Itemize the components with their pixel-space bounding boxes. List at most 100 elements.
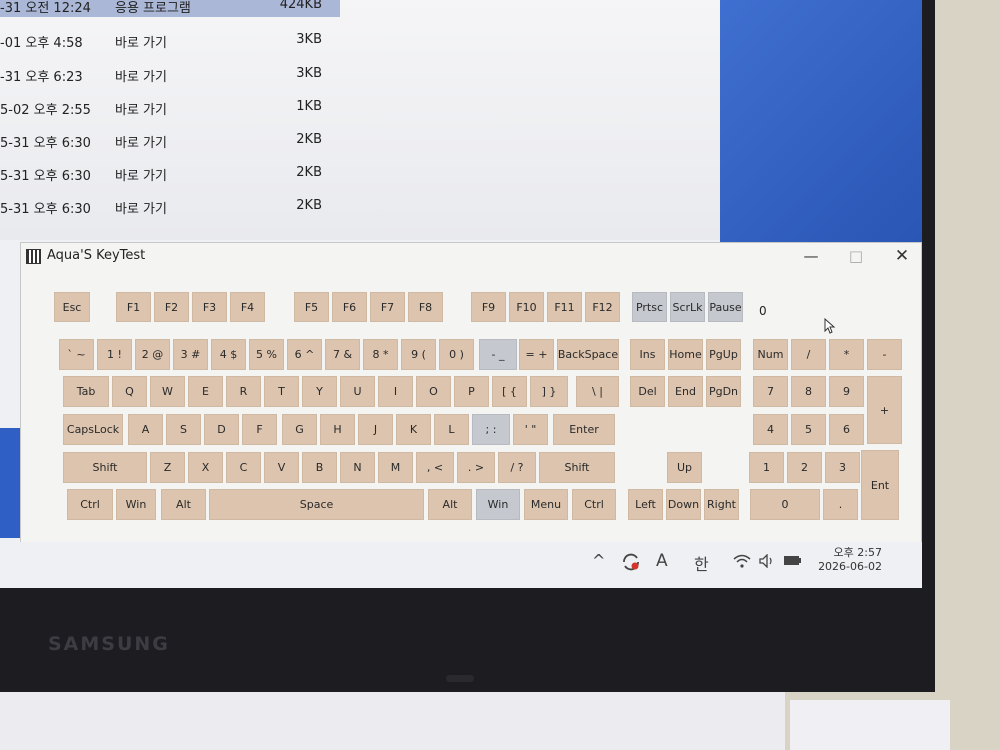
- key-equals[interactable]: = +: [519, 339, 554, 370]
- key-n[interactable]: N: [340, 452, 375, 483]
- key-numlock[interactable]: Num: [753, 339, 788, 370]
- key-y[interactable]: Y: [302, 376, 337, 407]
- key-0[interactable]: 0 ): [439, 339, 474, 370]
- key-space[interactable]: Space: [209, 489, 424, 520]
- key-kp-7[interactable]: 7: [753, 376, 788, 407]
- key-f7[interactable]: F7: [370, 292, 405, 322]
- key-pgup[interactable]: PgUp: [706, 339, 741, 370]
- key-slash[interactable]: / ?: [498, 452, 536, 483]
- key-v[interactable]: V: [264, 452, 299, 483]
- key-pgdn[interactable]: PgDn: [706, 376, 741, 407]
- key-home[interactable]: Home: [668, 339, 703, 370]
- key-kp-add[interactable]: +: [867, 376, 902, 444]
- key-e[interactable]: E: [188, 376, 223, 407]
- key-3[interactable]: 3 #: [173, 339, 208, 370]
- key-k[interactable]: K: [396, 414, 431, 445]
- key-f3[interactable]: F3: [192, 292, 227, 322]
- key-right-shift[interactable]: Shift: [539, 452, 615, 483]
- key-z[interactable]: Z: [150, 452, 185, 483]
- key-o[interactable]: O: [416, 376, 451, 407]
- file-row[interactable]: -31 오후 6:23 바로 가기 3KB: [0, 66, 340, 86]
- key-d[interactable]: D: [204, 414, 239, 445]
- key-2[interactable]: 2 @: [135, 339, 170, 370]
- key-ins[interactable]: Ins: [630, 339, 665, 370]
- key-kp-5[interactable]: 5: [791, 414, 826, 445]
- key-prtsc[interactable]: Prtsc: [632, 292, 667, 322]
- file-row[interactable]: -01 오후 4:58 바로 가기 3KB: [0, 32, 340, 52]
- key-i[interactable]: I: [378, 376, 413, 407]
- key-kp-enter[interactable]: Ent: [861, 450, 899, 520]
- ime-letter-indicator[interactable]: A: [656, 551, 668, 571]
- key-f4[interactable]: F4: [230, 292, 265, 322]
- key-t[interactable]: T: [264, 376, 299, 407]
- key-f1[interactable]: F1: [116, 292, 151, 322]
- key-f8[interactable]: F8: [408, 292, 443, 322]
- key-scrlk[interactable]: ScrLk: [670, 292, 705, 322]
- key-backslash[interactable]: \ |: [576, 376, 619, 407]
- key-period[interactable]: . >: [457, 452, 495, 483]
- key-tab[interactable]: Tab: [63, 376, 109, 407]
- key-f10[interactable]: F10: [509, 292, 544, 322]
- file-row[interactable]: 5-31 오후 6:30 바로 가기 2KB: [0, 165, 340, 185]
- key-b[interactable]: B: [302, 452, 337, 483]
- key-c[interactable]: C: [226, 452, 261, 483]
- speaker-icon[interactable]: [759, 554, 775, 568]
- file-row[interactable]: 5-31 오후 6:30 바로 가기 2KB: [0, 132, 340, 152]
- key-f9[interactable]: F9: [471, 292, 506, 322]
- key-f6[interactable]: F6: [332, 292, 367, 322]
- key-u[interactable]: U: [340, 376, 375, 407]
- key-down[interactable]: Down: [666, 489, 701, 520]
- key-kp-1[interactable]: 1: [749, 452, 784, 483]
- clock-date[interactable]: 2026-06-02: [810, 560, 882, 573]
- file-row[interactable]: 5-02 오후 2:55 바로 가기 1KB: [0, 99, 340, 119]
- key-9[interactable]: 9 (: [401, 339, 436, 370]
- key-right[interactable]: Right: [704, 489, 739, 520]
- key-p[interactable]: P: [454, 376, 489, 407]
- key-backspace[interactable]: BackSpace: [557, 339, 619, 370]
- key-kp-3[interactable]: 3: [825, 452, 860, 483]
- key-minus[interactable]: - _: [479, 339, 517, 370]
- chevron-up-icon[interactable]: ^: [592, 551, 605, 570]
- key-enter[interactable]: Enter: [553, 414, 615, 445]
- key-menu[interactable]: Menu: [524, 489, 568, 520]
- key-7[interactable]: 7 &: [325, 339, 360, 370]
- key-f[interactable]: F: [242, 414, 277, 445]
- key-left-ctrl[interactable]: Ctrl: [67, 489, 113, 520]
- key-left-alt[interactable]: Alt: [161, 489, 206, 520]
- key-right-win[interactable]: Win: [476, 489, 520, 520]
- key-f2[interactable]: F2: [154, 292, 189, 322]
- key-left-win[interactable]: Win: [116, 489, 156, 520]
- ime-korean-indicator[interactable]: 한: [694, 551, 709, 575]
- key-kp-decimal[interactable]: .: [823, 489, 858, 520]
- key-lbracket[interactable]: [ {: [492, 376, 527, 407]
- key-up[interactable]: Up: [667, 452, 702, 483]
- key-w[interactable]: W: [150, 376, 185, 407]
- key-5[interactable]: 5 %: [249, 339, 284, 370]
- key-s[interactable]: S: [166, 414, 201, 445]
- key-f12[interactable]: F12: [585, 292, 620, 322]
- key-left[interactable]: Left: [628, 489, 663, 520]
- key-quote[interactable]: ' ": [513, 414, 548, 445]
- key-l[interactable]: L: [434, 414, 469, 445]
- key-end[interactable]: End: [668, 376, 703, 407]
- key-del[interactable]: Del: [630, 376, 665, 407]
- key-h[interactable]: H: [320, 414, 355, 445]
- key-q[interactable]: Q: [112, 376, 147, 407]
- key-comma[interactable]: , <: [416, 452, 454, 483]
- key-right-alt[interactable]: Alt: [428, 489, 472, 520]
- key-f11[interactable]: F11: [547, 292, 582, 322]
- key-capslock[interactable]: CapsLock: [63, 414, 123, 445]
- title-bar[interactable]: Aqua'S KeyTest — □ ✕: [21, 243, 921, 271]
- key-m[interactable]: M: [378, 452, 413, 483]
- sync-icon[interactable]: [620, 552, 642, 572]
- key-kp-0[interactable]: 0: [750, 489, 820, 520]
- key-semicolon[interactable]: ; :: [472, 414, 510, 445]
- key-j[interactable]: J: [358, 414, 393, 445]
- key-kp-8[interactable]: 8: [791, 376, 826, 407]
- key-esc[interactable]: Esc: [54, 292, 90, 322]
- key-kp-multiply[interactable]: *: [829, 339, 864, 370]
- key-f5[interactable]: F5: [294, 292, 329, 322]
- close-button[interactable]: ✕: [887, 245, 917, 267]
- file-row[interactable]: 5-31 오후 6:30 바로 가기 2KB: [0, 198, 340, 218]
- battery-icon[interactable]: [783, 554, 803, 567]
